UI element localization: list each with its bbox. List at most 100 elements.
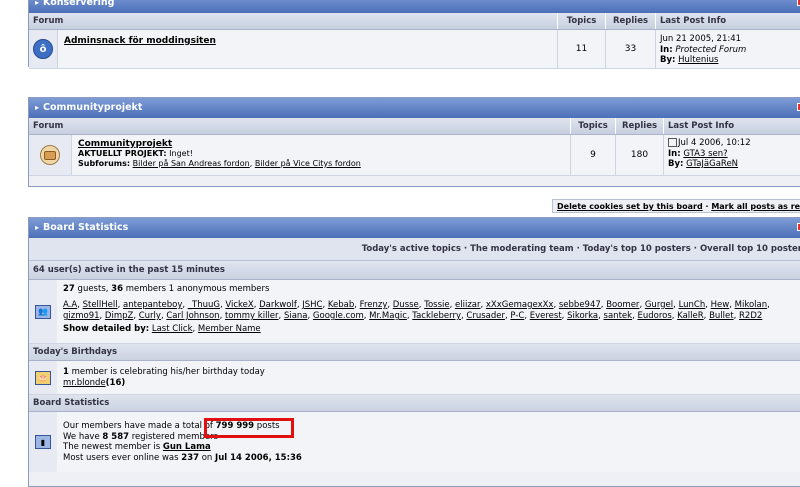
active-user-link[interactable]: A.A	[63, 300, 77, 310]
sort-last-click-link[interactable]: Last Click	[152, 324, 193, 334]
topics-count: 11	[557, 30, 605, 68]
active-user-link[interactable]: Sikorka	[567, 311, 598, 321]
active-user-link[interactable]: VickeX	[225, 300, 253, 310]
forum-link-communityprojekt[interactable]: Communityprojekt	[78, 139, 172, 149]
active-user-link[interactable]: Eudoros	[637, 311, 671, 321]
active-user-link[interactable]: StellHell	[83, 300, 118, 310]
active-user-link[interactable]: santek	[604, 311, 633, 321]
active-user-link[interactable]: KalleR	[677, 311, 704, 321]
board-stats-header: Board Statistics	[29, 395, 800, 412]
board-stats-row: ▮ Our members have made a total of 799 9…	[29, 412, 800, 472]
active-user-link[interactable]: Dusse	[393, 300, 419, 310]
sort-member-name-link[interactable]: Member Name	[198, 324, 261, 334]
last-post-date: Jul 4 2006, 10:12	[678, 138, 751, 148]
active-user-link[interactable]: P-C	[510, 311, 524, 321]
active-user-link[interactable]: Everest	[530, 311, 562, 321]
active-user-link[interactable]: tommy killer	[225, 311, 279, 321]
delete-cookies-link[interactable]: Delete cookies set by this board	[557, 202, 703, 211]
arrow-icon: ▸	[35, 103, 40, 112]
active-user-link[interactable]: Google.com	[313, 311, 364, 321]
active-user-link[interactable]: xXxGemagexXx	[486, 300, 554, 310]
active-users-list-1: A.A, StellHell, antepanteboy, _ThuuG, Vi…	[63, 300, 770, 310]
active-user-link[interactable]: sebbe947	[559, 300, 601, 310]
registered-line: We have 8 587 registered members	[63, 431, 218, 442]
birthday-icon: 🎂	[35, 370, 51, 385]
active-user-link[interactable]: R2D2	[739, 311, 762, 321]
active-user-link[interactable]: LunCh	[679, 300, 706, 310]
active-user-link[interactable]: Tackleberry	[412, 311, 461, 321]
stats-nav[interactable]: Today's active topics · The moderating t…	[29, 238, 800, 261]
col-last: Last Post Info	[663, 118, 800, 134]
forum-row: ô Adminsnack för moddingsiten 11 33 Jun …	[29, 30, 800, 69]
stats-chart-icon: ▮	[35, 435, 51, 449]
active-summary: 27 guests, 36 members 1 anonymous member…	[63, 284, 270, 294]
forum-desc-label: AKTUELLT PROJEKT:	[78, 149, 167, 158]
forum-desc: Inget!	[169, 149, 193, 158]
topics-count: 9	[570, 135, 615, 175]
active-user-link[interactable]: Tossie	[424, 300, 449, 310]
active-user-link[interactable]: Crusader	[466, 311, 505, 321]
active-user-link[interactable]: Mikolan	[735, 300, 767, 310]
board-statistics: ▸ Board Statistics Today's active topics …	[28, 217, 800, 487]
category-title: Communityprojekt	[43, 102, 143, 113]
arrow-icon: ▸	[35, 223, 40, 232]
col-forum: Forum	[33, 16, 64, 26]
col-forum: Forum	[33, 121, 64, 131]
active-user-link[interactable]: Siana	[284, 311, 308, 321]
active-user-link[interactable]: Hew	[711, 300, 730, 310]
active-user-link[interactable]: antepanteboy	[123, 300, 182, 310]
active-user-link[interactable]: Kebab	[328, 300, 354, 310]
table-header: Forum Topics Replies Last Post Info	[29, 13, 800, 30]
stats-header[interactable]: ▸ Board Statistics	[29, 218, 800, 238]
active-user-link[interactable]: DimpZ	[105, 311, 133, 321]
last-post-author[interactable]: Hultenius	[678, 55, 718, 65]
forum-status-icon	[40, 145, 60, 165]
active-user-link[interactable]: Mr.Magic	[369, 311, 407, 321]
active-user-link[interactable]: Darkwolf	[259, 300, 297, 310]
last-post-icon	[668, 138, 677, 147]
active-user-link[interactable]: _ThuuG	[188, 300, 220, 310]
replies-count: 33	[605, 30, 655, 68]
forum-category-communityprojekt: ▸ Communityprojekt Forum Topics Replies L…	[28, 97, 800, 187]
last-post-forum: Protected Forum	[675, 44, 747, 55]
active-user-link[interactable]: Bullet	[709, 311, 734, 321]
active-user-link[interactable]: Gurgel	[645, 300, 673, 310]
birthdays-header: Today's Birthdays	[29, 344, 800, 361]
newest-member-line: The newest member is Gun Lama	[63, 442, 211, 452]
active-user-link[interactable]: gizmo91	[63, 311, 100, 321]
col-topics: Topics	[557, 13, 605, 29]
subforum-link-vice-city[interactable]: Bilder på Vice Citys fordon	[255, 159, 361, 168]
forum-category-konservering: ▸ Konservering Forum Topics Replies Last …	[28, 0, 800, 69]
active-users-header: 64 user(s) active in the past 15 minutes	[29, 261, 800, 280]
forum-row: Communityprojekt AKTUELLT PROJEKT: Inget…	[29, 135, 800, 176]
last-post-date: Jun 21 2005, 21:41	[660, 34, 742, 44]
table-header: Forum Topics Replies Last Post Info	[29, 118, 800, 135]
active-user-link[interactable]: JSHC	[302, 300, 322, 310]
last-post-info: Jun 21 2005, 21:41 In: Protected Forum B…	[655, 30, 800, 68]
col-topics: Topics	[570, 118, 615, 134]
category-header[interactable]: ▸ Communityprojekt	[29, 98, 800, 118]
birthday-text: member is celebrating his/her birthday t…	[71, 367, 265, 377]
active-user-link[interactable]: Curly	[139, 311, 161, 321]
newest-member-link[interactable]: Gun Lama	[163, 442, 211, 452]
active-user-link[interactable]: Frenzy	[360, 300, 388, 310]
category-header[interactable]: ▸ Konservering	[29, 0, 800, 13]
last-post-topic[interactable]: GTA3 sen?	[683, 149, 727, 159]
subforum-link-san-andreas[interactable]: Bilder på San Andreas fordon	[133, 159, 250, 168]
birthday-user-link[interactable]: mr.blonde	[63, 378, 106, 388]
active-users-row: 👥 27 guests, 36 members 1 anonymous memb…	[29, 280, 800, 344]
active-user-link[interactable]: Boomer	[606, 300, 639, 310]
last-post-author[interactable]: GTaJäGaReN	[686, 159, 738, 169]
arrow-icon: ▸	[35, 0, 40, 7]
mark-all-read-link[interactable]: Mark all posts as read	[711, 202, 800, 211]
col-replies: Replies	[615, 118, 663, 134]
subforums-label: Subforums:	[78, 159, 131, 168]
forum-link-adminsnack[interactable]: Adminsnack för moddingsiten	[64, 36, 216, 46]
most-online-line: Most users ever online was 237 on Jul 14…	[63, 452, 302, 463]
active-users-list-2: gizmo91, DimpZ, Curly, Carl Johnson, tom…	[63, 311, 763, 321]
active-user-link[interactable]: Carl Johnson	[166, 311, 219, 321]
users-icon: 👥	[35, 304, 51, 319]
show-detailed-label: Show detailed by:	[63, 324, 150, 334]
active-user-link[interactable]: eliizar	[455, 300, 480, 310]
col-last: Last Post Info	[655, 13, 800, 29]
